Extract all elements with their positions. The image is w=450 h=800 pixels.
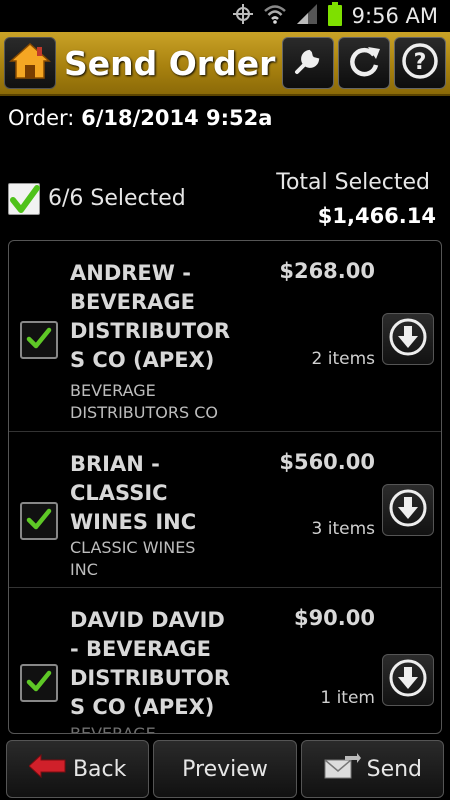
action-bar: Send Order ? bbox=[0, 32, 450, 96]
tools-button[interactable] bbox=[282, 37, 334, 89]
item-download-button[interactable] bbox=[382, 313, 434, 365]
check-icon bbox=[25, 667, 53, 700]
total-selected-value: $1,466.14 bbox=[317, 204, 436, 228]
item-distributor: BEVERAGE bbox=[70, 724, 156, 734]
total-selected-label: Total Selected bbox=[276, 170, 430, 195]
item-checkbox[interactable] bbox=[20, 502, 58, 540]
item-name: ANDREW - BEVERAGE DISTRIBUTOR S CO (APEX) bbox=[70, 261, 231, 372]
check-icon bbox=[25, 324, 53, 357]
item-count: 1 item bbox=[320, 688, 375, 708]
help-icon: ? bbox=[401, 42, 439, 85]
gps-icon bbox=[232, 3, 254, 30]
item-count: 3 items bbox=[311, 519, 375, 539]
home-icon bbox=[9, 41, 51, 86]
refresh-button[interactable] bbox=[338, 37, 390, 89]
svg-text:?: ? bbox=[414, 50, 427, 75]
item-count: 2 items bbox=[311, 349, 375, 369]
item-name: BRIAN - CLASSIC WINES INC bbox=[70, 452, 197, 534]
order-list[interactable]: ANDREW - BEVERAGE DISTRIBUTOR S CO (APEX) B… bbox=[8, 240, 442, 734]
list-item[interactable]: BRIAN - CLASSIC WINES INC CLASSIC WINES INC… bbox=[9, 432, 441, 588]
item-checkbox[interactable] bbox=[20, 664, 58, 702]
check-icon bbox=[25, 505, 53, 538]
wifi-icon bbox=[263, 4, 286, 29]
item-download-button[interactable] bbox=[382, 484, 434, 536]
page-title: Send Order bbox=[64, 43, 276, 83]
item-amount: $268.00 bbox=[279, 259, 375, 283]
back-button[interactable]: Back bbox=[6, 740, 150, 798]
wrench-icon bbox=[291, 44, 325, 83]
send-button[interactable]: Send bbox=[300, 740, 444, 798]
send-label: Send bbox=[366, 756, 423, 782]
download-icon bbox=[388, 658, 428, 703]
order-info: Order: 6/18/2014 9:52a bbox=[8, 106, 272, 130]
select-all-checkbox[interactable] bbox=[8, 183, 40, 215]
order-date: 6/18/2014 9:52a bbox=[81, 106, 273, 130]
item-distributor: CLASSIC WINES INC bbox=[70, 538, 196, 579]
selected-count: 6/6 Selected bbox=[48, 186, 186, 211]
list-item[interactable]: ANDREW - BEVERAGE DISTRIBUTOR S CO (APEX) B… bbox=[9, 241, 441, 432]
help-button[interactable]: ? bbox=[394, 37, 446, 89]
item-distributor: BEVERAGE DISTRIBUTORS CO bbox=[70, 381, 218, 422]
item-amount: $560.00 bbox=[279, 450, 375, 474]
bottom-bar: Back Preview Send bbox=[0, 738, 450, 800]
send-mail-icon bbox=[323, 752, 361, 786]
signal-icon bbox=[296, 3, 318, 30]
preview-label: Preview bbox=[182, 756, 268, 782]
battery-icon bbox=[327, 1, 342, 31]
check-icon bbox=[9, 185, 41, 220]
status-time: 9:56 AM bbox=[351, 4, 438, 28]
item-amount: $90.00 bbox=[293, 606, 375, 630]
order-label: Order: bbox=[8, 106, 75, 130]
item-checkbox[interactable] bbox=[20, 321, 58, 359]
refresh-icon bbox=[346, 43, 382, 84]
preview-button[interactable]: Preview bbox=[153, 740, 297, 798]
list-item[interactable]: DAVID DAVID - BEVERAGE DISTRIBUTOR S CO (AP… bbox=[9, 588, 441, 734]
status-bar: 9:56 AM bbox=[0, 0, 450, 32]
download-icon bbox=[388, 488, 428, 533]
download-icon bbox=[388, 317, 428, 362]
item-name: DAVID DAVID - BEVERAGE DISTRIBUTOR S CO (AP… bbox=[70, 608, 231, 719]
home-button[interactable] bbox=[4, 37, 56, 89]
back-label: Back bbox=[72, 756, 127, 782]
back-arrow-icon bbox=[28, 753, 67, 784]
item-download-button[interactable] bbox=[382, 654, 434, 706]
